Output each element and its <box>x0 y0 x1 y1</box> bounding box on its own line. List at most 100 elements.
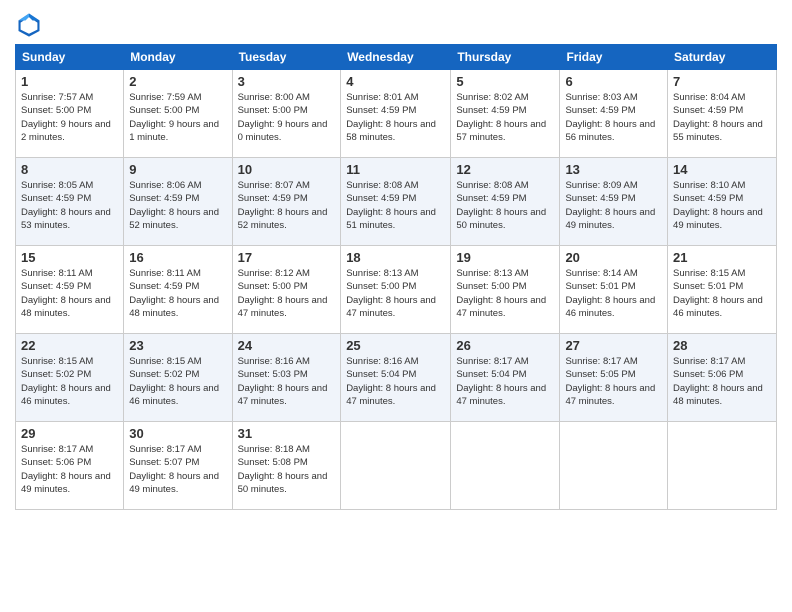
weekday-header-friday: Friday <box>560 45 668 70</box>
day-cell <box>451 422 560 510</box>
day-cell: 29 Sunrise: 8:17 AMSunset: 5:06 PMDayligh… <box>16 422 124 510</box>
day-cell: 24 Sunrise: 8:16 AMSunset: 5:03 PMDayligh… <box>232 334 341 422</box>
day-info: Sunrise: 8:10 AMSunset: 4:59 PMDaylight:… <box>673 179 771 232</box>
day-cell: 11 Sunrise: 8:08 AMSunset: 4:59 PMDayligh… <box>341 158 451 246</box>
day-number: 29 <box>21 426 118 441</box>
day-info: Sunrise: 8:07 AMSunset: 4:59 PMDaylight:… <box>238 179 336 232</box>
day-info: Sunrise: 8:17 AMSunset: 5:06 PMDaylight:… <box>21 443 118 496</box>
day-cell: 17 Sunrise: 8:12 AMSunset: 5:00 PMDayligh… <box>232 246 341 334</box>
week-row-4: 22 Sunrise: 8:15 AMSunset: 5:02 PMDayligh… <box>16 334 777 422</box>
day-number: 30 <box>129 426 226 441</box>
day-info: Sunrise: 8:15 AMSunset: 5:02 PMDaylight:… <box>21 355 118 408</box>
day-info: Sunrise: 7:59 AMSunset: 5:00 PMDaylight:… <box>129 91 226 144</box>
day-cell: 4 Sunrise: 8:01 AMSunset: 4:59 PMDaylight… <box>341 70 451 158</box>
day-cell: 21Sunrise: 8:15 AMSunset: 5:01 PMDayligh… <box>668 246 777 334</box>
logo <box>15 10 47 38</box>
day-number: 11 <box>346 162 445 177</box>
day-cell: 26 Sunrise: 8:17 AMSunset: 5:04 PMDayligh… <box>451 334 560 422</box>
day-number: 17 <box>238 250 336 265</box>
week-row-2: 8Sunrise: 8:05 AMSunset: 4:59 PMDaylight… <box>16 158 777 246</box>
day-info: Sunrise: 8:18 AMSunset: 5:08 PMDaylight:… <box>238 443 336 496</box>
day-cell: 25 Sunrise: 8:16 AMSunset: 5:04 PMDayligh… <box>341 334 451 422</box>
day-info: Sunrise: 8:15 AMSunset: 5:01 PMDaylight:… <box>673 267 771 320</box>
day-number: 20 <box>565 250 662 265</box>
day-info: Sunrise: 8:12 AMSunset: 5:00 PMDaylight:… <box>238 267 336 320</box>
day-cell: 23 Sunrise: 8:15 AMSunset: 5:02 PMDayligh… <box>124 334 232 422</box>
day-number: 9 <box>129 162 226 177</box>
day-number: 2 <box>129 74 226 89</box>
day-number: 22 <box>21 338 118 353</box>
day-cell: 22 Sunrise: 8:15 AMSunset: 5:02 PMDayligh… <box>16 334 124 422</box>
day-cell: 8Sunrise: 8:05 AMSunset: 4:59 PMDaylight… <box>16 158 124 246</box>
day-info: Sunrise: 8:17 AMSunset: 5:06 PMDaylight:… <box>673 355 771 408</box>
day-number: 25 <box>346 338 445 353</box>
day-info: Sunrise: 8:03 AMSunset: 4:59 PMDaylight:… <box>565 91 662 144</box>
day-cell: 12 Sunrise: 8:08 AMSunset: 4:59 PMDayligh… <box>451 158 560 246</box>
weekday-header-tuesday: Tuesday <box>232 45 341 70</box>
day-info: Sunrise: 8:13 AMSunset: 5:00 PMDaylight:… <box>456 267 554 320</box>
day-info: Sunrise: 8:15 AMSunset: 5:02 PMDaylight:… <box>129 355 226 408</box>
day-number: 7 <box>673 74 771 89</box>
day-number: 1 <box>21 74 118 89</box>
weekday-header-thursday: Thursday <box>451 45 560 70</box>
day-number: 18 <box>346 250 445 265</box>
header <box>15 10 777 38</box>
day-number: 6 <box>565 74 662 89</box>
day-number: 28 <box>673 338 771 353</box>
day-cell: 27 Sunrise: 8:17 AMSunset: 5:05 PMDayligh… <box>560 334 668 422</box>
day-cell: 6 Sunrise: 8:03 AMSunset: 4:59 PMDaylight… <box>560 70 668 158</box>
page-container: SundayMondayTuesdayWednesdayThursdayFrid… <box>0 0 792 515</box>
day-info: Sunrise: 8:09 AMSunset: 4:59 PMDaylight:… <box>565 179 662 232</box>
logo-icon <box>15 10 43 38</box>
day-number: 10 <box>238 162 336 177</box>
day-number: 5 <box>456 74 554 89</box>
day-info: Sunrise: 8:08 AMSunset: 4:59 PMDaylight:… <box>456 179 554 232</box>
weekday-header-row: SundayMondayTuesdayWednesdayThursdayFrid… <box>16 45 777 70</box>
day-cell: 5 Sunrise: 8:02 AMSunset: 4:59 PMDaylight… <box>451 70 560 158</box>
day-cell: 1 Sunrise: 7:57 AMSunset: 5:00 PMDaylight… <box>16 70 124 158</box>
day-info: Sunrise: 8:17 AMSunset: 5:07 PMDaylight:… <box>129 443 226 496</box>
day-info: Sunrise: 8:08 AMSunset: 4:59 PMDaylight:… <box>346 179 445 232</box>
week-row-5: 29 Sunrise: 8:17 AMSunset: 5:06 PMDayligh… <box>16 422 777 510</box>
day-number: 14 <box>673 162 771 177</box>
day-number: 31 <box>238 426 336 441</box>
day-info: Sunrise: 8:01 AMSunset: 4:59 PMDaylight:… <box>346 91 445 144</box>
calendar-table: SundayMondayTuesdayWednesdayThursdayFrid… <box>15 44 777 510</box>
day-number: 4 <box>346 74 445 89</box>
day-number: 19 <box>456 250 554 265</box>
day-number: 24 <box>238 338 336 353</box>
week-row-3: 15 Sunrise: 8:11 AMSunset: 4:59 PMDayligh… <box>16 246 777 334</box>
day-cell: 7 Sunrise: 8:04 AMSunset: 4:59 PMDaylight… <box>668 70 777 158</box>
weekday-header-saturday: Saturday <box>668 45 777 70</box>
day-number: 13 <box>565 162 662 177</box>
day-info: Sunrise: 7:57 AMSunset: 5:00 PMDaylight:… <box>21 91 118 144</box>
weekday-header-monday: Monday <box>124 45 232 70</box>
day-info: Sunrise: 8:16 AMSunset: 5:03 PMDaylight:… <box>238 355 336 408</box>
day-info: Sunrise: 8:17 AMSunset: 5:05 PMDaylight:… <box>565 355 662 408</box>
day-info: Sunrise: 8:11 AMSunset: 4:59 PMDaylight:… <box>21 267 118 320</box>
day-info: Sunrise: 8:14 AMSunset: 5:01 PMDaylight:… <box>565 267 662 320</box>
day-info: Sunrise: 8:06 AMSunset: 4:59 PMDaylight:… <box>129 179 226 232</box>
day-info: Sunrise: 8:11 AMSunset: 4:59 PMDaylight:… <box>129 267 226 320</box>
day-info: Sunrise: 8:13 AMSunset: 5:00 PMDaylight:… <box>346 267 445 320</box>
week-row-1: 1 Sunrise: 7:57 AMSunset: 5:00 PMDaylight… <box>16 70 777 158</box>
weekday-header-sunday: Sunday <box>16 45 124 70</box>
day-info: Sunrise: 8:02 AMSunset: 4:59 PMDaylight:… <box>456 91 554 144</box>
day-number: 27 <box>565 338 662 353</box>
day-cell: 19 Sunrise: 8:13 AMSunset: 5:00 PMDayligh… <box>451 246 560 334</box>
day-cell: 3Sunrise: 8:00 AMSunset: 5:00 PMDaylight… <box>232 70 341 158</box>
day-info: Sunrise: 8:16 AMSunset: 5:04 PMDaylight:… <box>346 355 445 408</box>
day-info: Sunrise: 8:17 AMSunset: 5:04 PMDaylight:… <box>456 355 554 408</box>
day-number: 8 <box>21 162 118 177</box>
day-number: 16 <box>129 250 226 265</box>
day-number: 23 <box>129 338 226 353</box>
day-info: Sunrise: 8:00 AMSunset: 5:00 PMDaylight:… <box>238 91 336 144</box>
day-number: 12 <box>456 162 554 177</box>
day-number: 26 <box>456 338 554 353</box>
day-cell: 18 Sunrise: 8:13 AMSunset: 5:00 PMDayligh… <box>341 246 451 334</box>
day-cell: 2 Sunrise: 7:59 AMSunset: 5:00 PMDaylight… <box>124 70 232 158</box>
day-cell: 13 Sunrise: 8:09 AMSunset: 4:59 PMDayligh… <box>560 158 668 246</box>
day-info: Sunrise: 8:04 AMSunset: 4:59 PMDaylight:… <box>673 91 771 144</box>
day-cell: 15 Sunrise: 8:11 AMSunset: 4:59 PMDayligh… <box>16 246 124 334</box>
day-number: 15 <box>21 250 118 265</box>
